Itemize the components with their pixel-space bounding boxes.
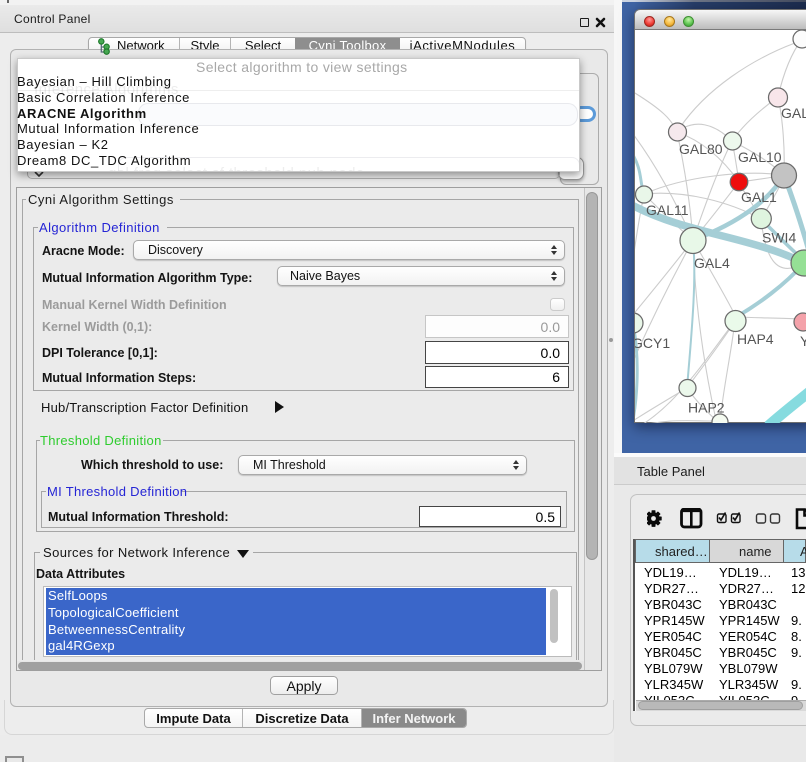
- svg-text:SWI4: SWI4: [762, 230, 796, 246]
- svg-text:HAP2: HAP2: [688, 400, 725, 416]
- svg-text:GAL1: GAL1: [741, 189, 777, 205]
- svg-text:Y: Y: [800, 333, 806, 349]
- svg-text:GAL80: GAL80: [679, 141, 723, 157]
- svg-text:GAL11: GAL11: [646, 202, 689, 218]
- svg-text:GAL7: GAL7: [781, 105, 806, 121]
- svg-text:GCY1: GCY1: [635, 335, 670, 351]
- svg-text:HAP4: HAP4: [737, 331, 774, 347]
- svg-text:GAL10: GAL10: [738, 149, 782, 165]
- svg-text:GAL4: GAL4: [694, 255, 730, 271]
